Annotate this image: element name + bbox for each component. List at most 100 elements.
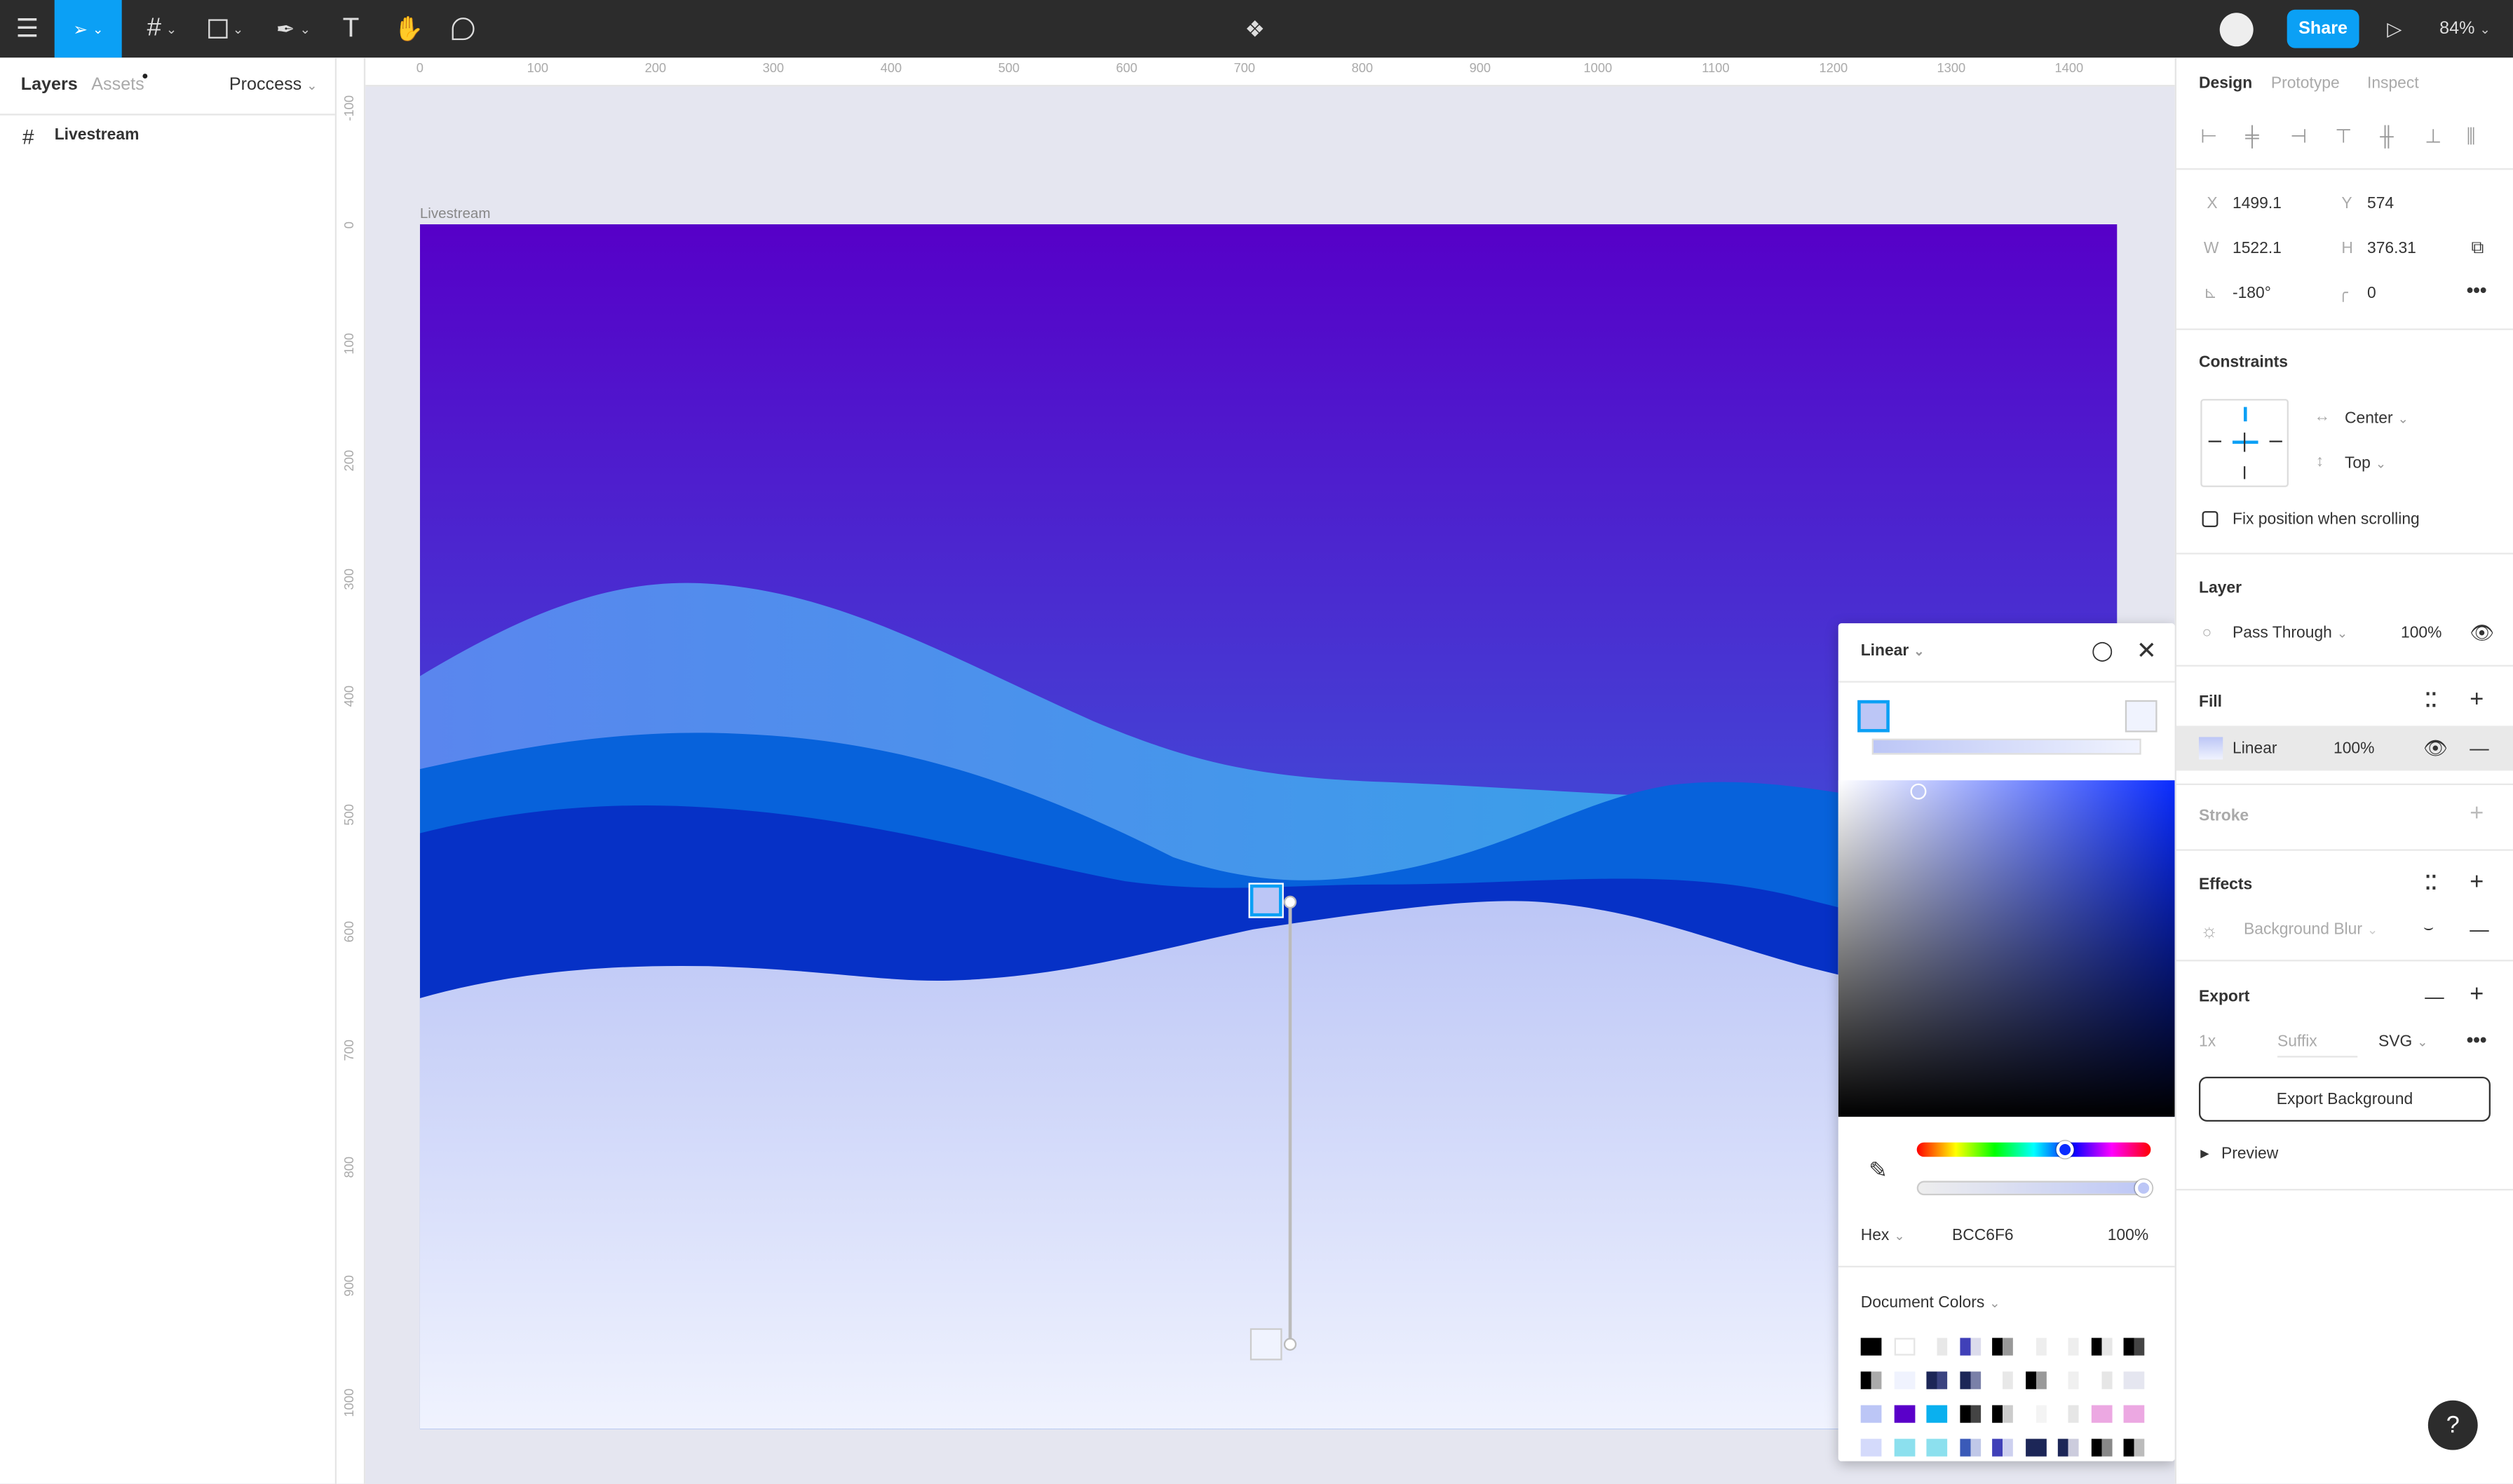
document-color-swatch[interactable]: [2057, 1438, 2079, 1457]
blend-drop-icon[interactable]: ◯: [2092, 639, 2113, 662]
gradient-stop-start[interactable]: [1857, 700, 1890, 733]
rotation-input[interactable]: -180°: [2233, 285, 2271, 303]
distribute-icon[interactable]: ⫼: [2467, 127, 2476, 146]
remove-fill-icon[interactable]: —: [2470, 739, 2488, 758]
document-color-swatch[interactable]: [1992, 1337, 2013, 1356]
height-input[interactable]: 376.31: [2367, 240, 2416, 258]
frame-tool[interactable]: # ⌄: [135, 0, 189, 57]
hue-slider-handle[interactable]: [2056, 1141, 2074, 1159]
document-color-swatch[interactable]: [1893, 1371, 1915, 1389]
document-colors-dropdown[interactable]: Document Colors ⌄: [1861, 1295, 2000, 1312]
x-input[interactable]: 1499.1: [2233, 196, 2282, 213]
gradient-stop-end[interactable]: [2125, 700, 2158, 733]
comment-tool[interactable]: [442, 0, 484, 57]
layer-row[interactable]: # Livestream: [0, 122, 335, 151]
styles-icon[interactable]: ⁚⁚: [2425, 873, 2437, 892]
document-color-swatch[interactable]: [2024, 1337, 2046, 1356]
tab-design[interactable]: Design: [2199, 75, 2252, 93]
document-color-swatch[interactable]: [2090, 1371, 2112, 1389]
document-color-swatch[interactable]: [1926, 1405, 1948, 1423]
gradient-endpoint[interactable]: [1283, 1337, 1297, 1351]
document-color-swatch[interactable]: [1959, 1337, 1980, 1356]
more-options-icon[interactable]: •••: [2467, 280, 2487, 299]
layer-opacity-input[interactable]: 100%: [2401, 625, 2441, 642]
blend-mode-dropdown[interactable]: Pass Through ⌄: [2233, 625, 2348, 642]
export-button[interactable]: Export Background: [2198, 1076, 2491, 1122]
corner-radius-input[interactable]: 0: [2367, 285, 2376, 303]
document-color-swatch[interactable]: [2057, 1371, 2079, 1389]
move-tool[interactable]: ➢ ⌄: [54, 0, 122, 58]
vertical-constraint-dropdown[interactable]: Top ⌄: [2345, 455, 2386, 472]
remove-effect-icon[interactable]: —: [2470, 920, 2488, 939]
document-color-swatch[interactable]: [2024, 1405, 2046, 1423]
document-color-swatch[interactable]: [1860, 1337, 1882, 1356]
document-color-swatch[interactable]: [1893, 1438, 1915, 1457]
constraint-widget[interactable]: [2200, 399, 2289, 487]
document-color-swatch[interactable]: [2057, 1337, 2079, 1356]
remove-export-icon[interactable]: —: [2425, 987, 2444, 1006]
tab-layers[interactable]: Layers: [21, 75, 78, 94]
align-vertical-center-icon[interactable]: ╫: [2380, 127, 2393, 146]
align-top-icon[interactable]: ⊤: [2335, 127, 2352, 146]
export-scale-input[interactable]: 1x: [2199, 1033, 2216, 1051]
zoom-dropdown[interactable]: 84% ⌄: [2430, 0, 2500, 57]
tab-inspect[interactable]: Inspect: [2367, 75, 2419, 93]
text-tool[interactable]: T: [330, 0, 372, 57]
opacity-slider-handle[interactable]: [2134, 1179, 2153, 1197]
add-fill-icon[interactable]: +: [2470, 688, 2484, 712]
play-icon[interactable]: ▷: [2378, 0, 2411, 57]
gradient-endpoint[interactable]: [1283, 895, 1297, 908]
eyedropper-icon[interactable]: ✎: [1869, 1157, 1888, 1184]
document-color-swatch[interactable]: [2123, 1438, 2145, 1457]
add-stroke-icon[interactable]: +: [2470, 801, 2484, 825]
fill-swatch[interactable]: [2198, 737, 2223, 760]
gradient-stop-start-handle[interactable]: [1248, 883, 1284, 918]
document-color-swatch[interactable]: [1992, 1405, 2013, 1423]
align-bottom-icon[interactable]: ⊥: [2425, 127, 2441, 146]
document-color-swatch[interactable]: [1893, 1405, 1915, 1423]
document-color-swatch[interactable]: [2090, 1405, 2112, 1423]
disclosure-triangle-icon[interactable]: ▶: [2200, 1148, 2209, 1160]
width-input[interactable]: 1522.1: [2233, 240, 2282, 258]
preview-toggle[interactable]: Preview: [2221, 1145, 2278, 1163]
document-color-swatch[interactable]: [1926, 1438, 1948, 1457]
document-color-swatch[interactable]: [2123, 1337, 2145, 1356]
document-color-swatch[interactable]: [1992, 1438, 2013, 1457]
document-color-swatch[interactable]: [1860, 1438, 1882, 1457]
effect-settings-icon[interactable]: ☼: [2200, 920, 2218, 942]
hamburger-icon[interactable]: ☰: [0, 0, 55, 57]
document-color-swatch[interactable]: [1926, 1371, 1948, 1389]
eye-closed-icon[interactable]: ⌣: [2423, 920, 2434, 939]
tab-prototype[interactable]: Prototype: [2271, 75, 2340, 93]
opacity-slider[interactable]: [1916, 1180, 2151, 1196]
export-suffix-input[interactable]: Suffix: [2277, 1033, 2358, 1058]
gradient-bar[interactable]: [1871, 738, 2141, 755]
document-color-swatch[interactable]: [1860, 1371, 1882, 1389]
effect-type-dropdown[interactable]: Background Blur ⌄: [2244, 921, 2378, 939]
page-selector[interactable]: Proccess ⌄: [229, 75, 318, 94]
constrain-proportions-icon[interactable]: ⧉: [2472, 239, 2484, 258]
document-color-swatch[interactable]: [2123, 1405, 2145, 1423]
document-color-swatch[interactable]: [2024, 1438, 2046, 1457]
component-icon[interactable]: ❖: [1238, 0, 1273, 57]
horizontal-constraint-dropdown[interactable]: Center ⌄: [2345, 410, 2409, 428]
document-color-swatch[interactable]: [1992, 1371, 2013, 1389]
frame-label[interactable]: Livestream: [420, 205, 491, 222]
hue-slider[interactable]: [1916, 1142, 2151, 1157]
document-color-swatch[interactable]: [1959, 1371, 1980, 1389]
align-right-icon[interactable]: ⊣: [2290, 127, 2307, 146]
document-color-swatch[interactable]: [2057, 1405, 2079, 1423]
document-color-swatch[interactable]: [2090, 1337, 2112, 1356]
pen-tool[interactable]: ✒ ⌄: [266, 0, 320, 57]
export-format-dropdown[interactable]: SVG ⌄: [2378, 1033, 2427, 1051]
more-options-icon[interactable]: •••: [2467, 1030, 2487, 1049]
fix-position-checkbox[interactable]: [2202, 511, 2219, 527]
add-effect-icon[interactable]: +: [2470, 870, 2484, 894]
document-color-swatch[interactable]: [1860, 1405, 1882, 1423]
tab-assets[interactable]: Assets: [91, 75, 144, 94]
gradient-stop-end-handle[interactable]: [1249, 1328, 1282, 1361]
hand-tool[interactable]: ✋: [388, 0, 429, 57]
document-color-swatch[interactable]: [1926, 1337, 1948, 1356]
help-button[interactable]: ?: [2427, 1400, 2478, 1450]
color-mode-dropdown[interactable]: Hex ⌄: [1861, 1227, 1905, 1245]
